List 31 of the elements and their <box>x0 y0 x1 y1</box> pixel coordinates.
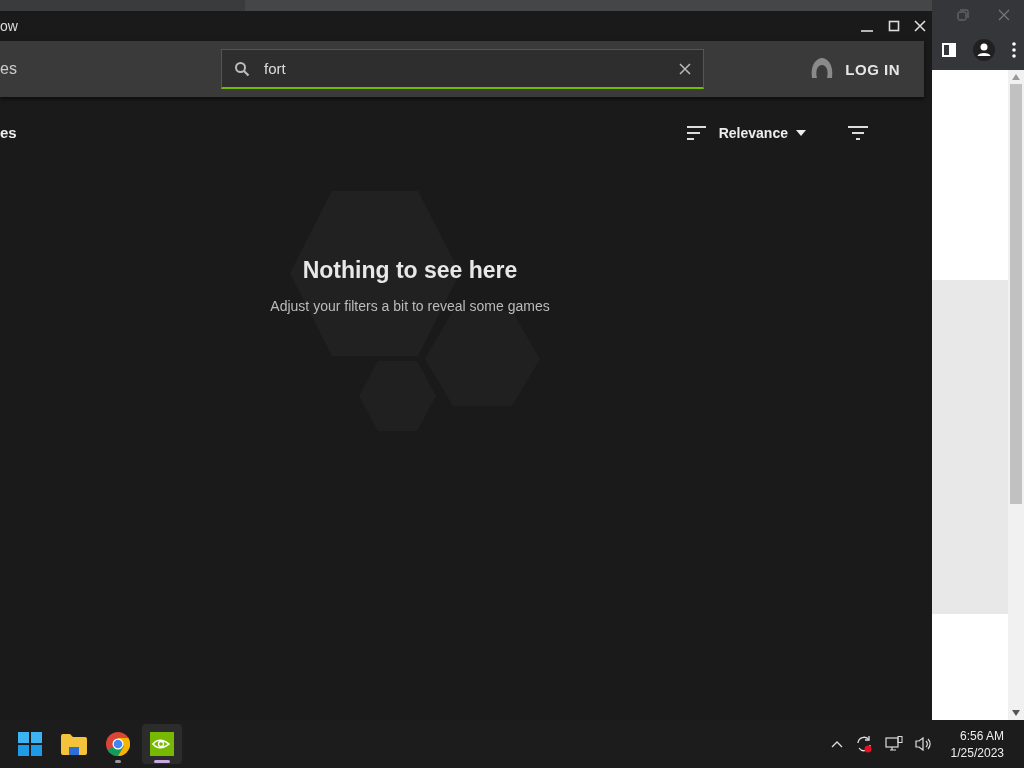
menu-icon[interactable] <box>1011 42 1016 58</box>
sort-dropdown[interactable]: Relevance <box>718 124 806 141</box>
search-input[interactable]: fort <box>264 60 665 77</box>
window-title: ow <box>0 18 18 34</box>
filter-icon[interactable] <box>848 125 868 140</box>
chevron-up-icon[interactable] <box>830 740 843 748</box>
speaker-icon[interactable] <box>914 736 933 752</box>
profile-icon[interactable] <box>973 39 995 61</box>
nav-tab[interactable]: es <box>0 60 221 78</box>
browser-icon <box>106 732 130 756</box>
search-icon <box>234 60 250 77</box>
clock-time[interactable]: 6:56 AM <box>959 728 1004 743</box>
taskbar-app[interactable] <box>142 724 182 764</box>
sort-icon <box>686 125 707 140</box>
folder-icon <box>61 733 87 755</box>
windows-logo-icon <box>18 732 42 756</box>
clock-date[interactable]: 1/25/2023 <box>950 745 1004 760</box>
side-panel-icon[interactable] <box>942 43 957 57</box>
scrollbar-thumb[interactable] <box>1010 84 1022 504</box>
maximize-icon[interactable] <box>888 20 900 32</box>
clear-icon[interactable] <box>679 62 691 75</box>
sync-icon[interactable] <box>854 735 873 753</box>
caret-icon <box>796 129 806 136</box>
section-heading: es <box>0 124 17 141</box>
network-icon[interactable] <box>884 736 903 752</box>
empty-state-title: Nothing to see here <box>302 257 518 284</box>
scroll-down-icon[interactable] <box>1012 710 1020 716</box>
eye-logo-icon <box>150 732 174 756</box>
search-bar[interactable]: fort <box>221 49 704 89</box>
login-button[interactable]: LOG IN <box>845 60 900 78</box>
empty-state-message: Adjust your filters a bit to reveal some games <box>270 298 550 314</box>
